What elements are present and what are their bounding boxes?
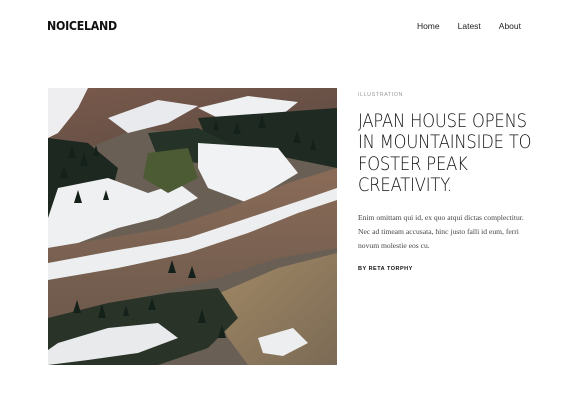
- article-excerpt: Enim omittam qui id, ex quo atqui dictas…: [358, 211, 548, 254]
- article-author[interactable]: By Reta Torphy: [358, 266, 548, 272]
- article-title-line: IN MOUNTAINSIDE TO: [358, 131, 532, 154]
- nav-item-about[interactable]: About: [499, 21, 521, 31]
- excerpt-line: Enim omittam qui id, ex quo atqui dictas…: [358, 212, 524, 222]
- article-category[interactable]: Illustration: [358, 92, 548, 98]
- excerpt-line: Nec ad timeam accusata, hinc justo falli…: [358, 227, 519, 237]
- excerpt-line: novum molestie eos cu.: [358, 241, 430, 251]
- page: NOICELAND Home Latest About ILLUSTRATION…: [0, 0, 580, 400]
- article-title-line: JAPAN HOUSE OPENS: [358, 110, 527, 132]
- main-nav: Home Latest About: [417, 21, 521, 31]
- featured-article: Illustration JAPAN HOUSE OPENS IN MOUNTA…: [358, 92, 548, 272]
- mountain-landscape-photo-icon: [48, 88, 337, 365]
- article-title-line: CREATIVITY.: [358, 174, 452, 197]
- article-title[interactable]: JAPAN HOUSE OPENS IN MOUNTAINSIDE TO FOS…: [358, 110, 552, 197]
- hero-image[interactable]: [48, 88, 337, 365]
- nav-item-latest[interactable]: Latest: [458, 21, 481, 31]
- article-title-line: FOSTER PEAK: [358, 152, 468, 175]
- nav-item-home[interactable]: Home: [417, 21, 440, 31]
- site-logo[interactable]: NOICELAND: [47, 19, 117, 33]
